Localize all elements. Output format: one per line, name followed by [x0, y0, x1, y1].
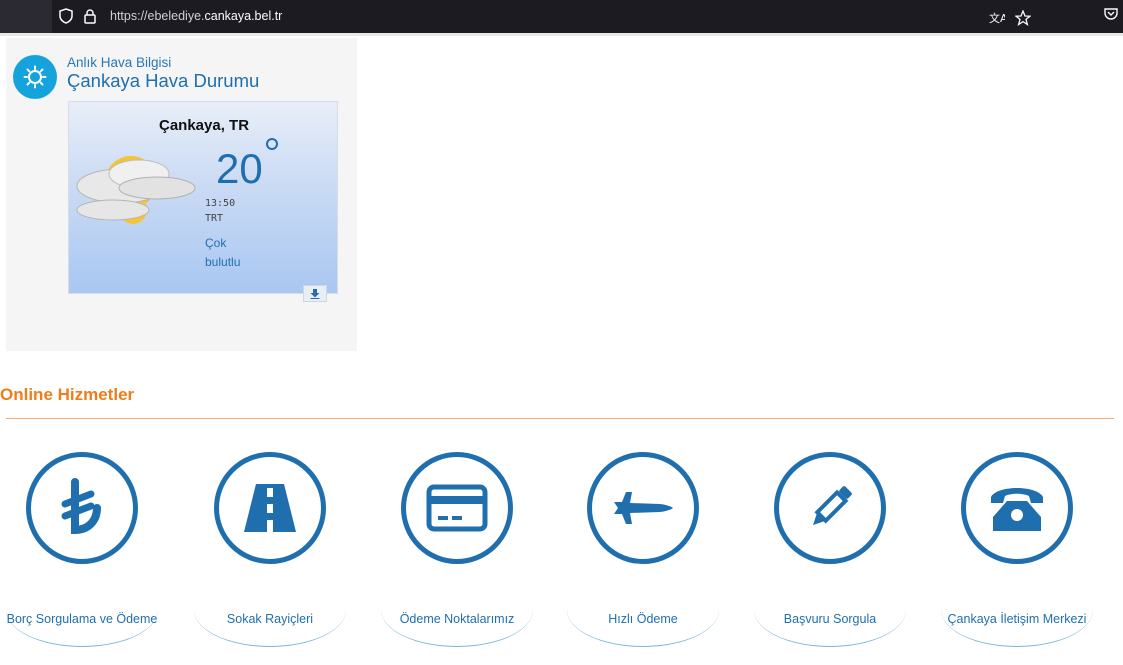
degree-symbol	[266, 138, 278, 150]
bookmark-star-icon[interactable]	[1015, 10, 1031, 26]
service-label[interactable]: Çankaya İletişim Merkezi	[941, 612, 1093, 626]
telephone-icon	[991, 488, 1043, 531]
sun-badge-icon	[13, 55, 57, 99]
weather-time: 13:50	[205, 198, 236, 209]
service-label[interactable]: Borç Sorgulama ve Ödeme	[6, 612, 158, 626]
service-icon-ring[interactable]	[214, 452, 326, 564]
service-label[interactable]: Hızlı Ödeme	[567, 612, 719, 626]
url-prefix: https://ebelediye.	[110, 9, 205, 23]
service-label[interactable]: Ödeme Noktalarımız	[381, 612, 533, 626]
service-label[interactable]: Başvuru Sorgula	[754, 612, 906, 626]
url-text[interactable]: https://ebelediye.cankaya.bel.tr	[110, 9, 282, 23]
weather-widget: Anlık Hava Bilgisi Çankaya Hava Durumu Ç…	[6, 38, 357, 351]
road-icon	[244, 484, 296, 532]
lira-icon	[61, 478, 101, 535]
weather-panel: Çankaya, TR 20 13:50 TRT Çok bulutlu	[68, 101, 338, 302]
browser-toolbar: https://ebelediye.cankaya.bel.tr 文A	[0, 0, 1123, 33]
service-quick-payment[interactable]: Hızlı Ödeme	[567, 452, 727, 652]
weather-timezone: TRT	[205, 213, 224, 224]
section-title: Online Hizmetler	[0, 385, 135, 404]
service-icon-ring[interactable]	[961, 452, 1073, 564]
service-contact-center[interactable]: Çankaya İletişim Merkezi	[941, 452, 1101, 652]
translate-icon[interactable]: 文A	[989, 11, 1005, 25]
weather-subtitle: Anlık Hava Bilgisi	[67, 55, 172, 70]
tracking-shield-icon[interactable]	[59, 8, 73, 24]
svg-text:文A: 文A	[989, 11, 1005, 25]
download-button[interactable]	[303, 285, 327, 302]
service-label[interactable]: Sokak Rayiçleri	[194, 612, 346, 626]
address-bar[interactable]: https://ebelediye.cankaya.bel.tr 文A	[52, 4, 1031, 29]
service-application-query[interactable]: Başvuru Sorgula	[754, 452, 914, 652]
jet-icon	[614, 492, 673, 524]
toolbar-left-area	[0, 0, 52, 33]
credit-card-icon	[426, 484, 488, 532]
weather-condition: Çok bulutlu	[205, 236, 241, 269]
lock-icon[interactable]	[83, 8, 97, 24]
service-payment-points[interactable]: Ödeme Noktalarımız	[381, 452, 541, 652]
cloudy-sun-icon	[76, 156, 196, 224]
download-arrow-icon	[310, 288, 320, 299]
toolbar-divider	[0, 33, 1123, 36]
weather-title: Çankaya Hava Durumu	[67, 70, 260, 91]
service-icon-ring[interactable]	[26, 452, 138, 564]
service-icon-ring[interactable]	[774, 452, 886, 564]
service-icon-ring[interactable]	[587, 452, 699, 564]
service-debt-payment[interactable]: Borç Sorgulama ve Ödeme	[6, 452, 166, 652]
service-street-values[interactable]: Sokak Rayiçleri	[194, 452, 354, 652]
pocket-icon[interactable]	[1104, 7, 1118, 21]
url-host: cankaya.bel.tr	[204, 9, 283, 23]
weather-city: Çankaya, TR	[159, 117, 250, 134]
service-icon-ring[interactable]	[401, 452, 513, 564]
pencil-icon	[813, 486, 852, 525]
section-divider	[6, 418, 1114, 419]
weather-temperature: 20	[216, 145, 263, 192]
